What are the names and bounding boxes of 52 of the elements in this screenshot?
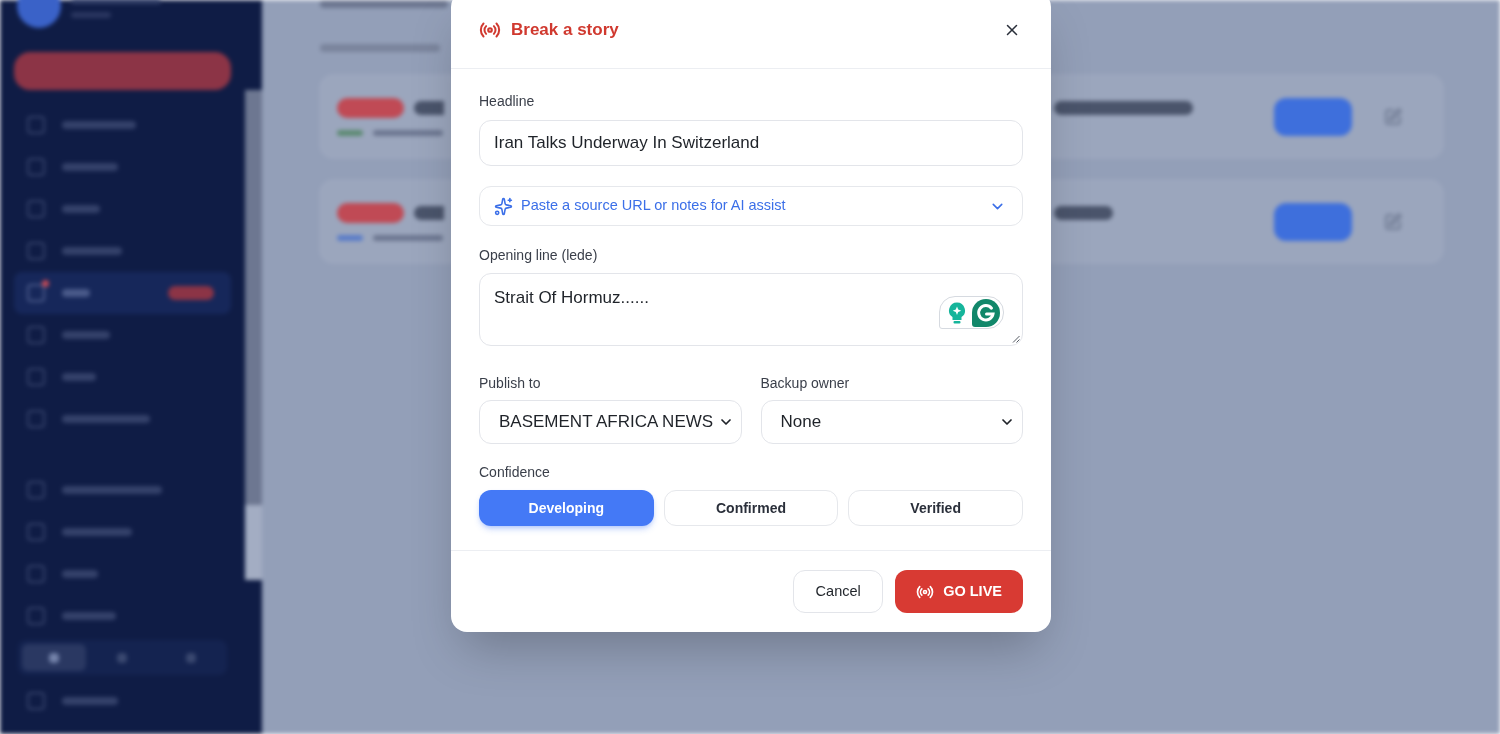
confidence-option[interactable]: Confirmed — [663, 490, 839, 526]
blurred-status — [337, 234, 363, 241]
blurred-label — [62, 331, 110, 339]
dialog-title: Break a story — [511, 18, 619, 41]
lightbulb-icon — [948, 301, 966, 324]
blurred-label — [62, 373, 96, 381]
status-pill — [337, 202, 404, 223]
open-button[interactable] — [1274, 202, 1352, 241]
blurred-label — [62, 528, 132, 536]
blurred-label — [62, 247, 122, 255]
blurred-meta — [373, 234, 443, 241]
blurred-label — [62, 289, 90, 297]
active-menu-item[interactable] — [14, 272, 231, 314]
resize-handle-icon[interactable] — [1012, 335, 1020, 343]
blurred-icon — [49, 652, 60, 663]
sparkle-icon — [494, 196, 513, 216]
status-pill — [337, 97, 404, 118]
publish-to-select[interactable]: BASEMENT AFRICA NEWS — [479, 400, 742, 444]
cancel-button[interactable]: Cancel — [793, 570, 884, 613]
toggle-segment[interactable] — [22, 644, 87, 671]
blurred-label — [62, 163, 118, 171]
confidence-option[interactable]: Developing — [479, 490, 654, 526]
blurred-title — [1054, 205, 1113, 220]
edit-icon[interactable] — [1384, 107, 1402, 126]
g-logo-icon — [972, 298, 1000, 327]
field-label: Confidence — [479, 463, 550, 482]
blurred-meta — [373, 129, 443, 136]
count-badge — [168, 286, 214, 300]
blurred-label — [62, 205, 100, 213]
scrollbar-thumb[interactable] — [245, 505, 262, 580]
blurred-title — [414, 205, 444, 220]
blurred-button[interactable] — [14, 52, 231, 90]
blurred-label — [62, 570, 98, 578]
field-label: Publish to — [479, 374, 541, 393]
blurred-label — [62, 697, 118, 705]
open-button[interactable] — [1274, 97, 1352, 136]
headline-input[interactable]: Iran Talks Underway In Switzerland — [479, 120, 1023, 166]
confidence-option[interactable]: Verified — [848, 490, 1023, 526]
edit-icon[interactable] — [1384, 212, 1402, 231]
field-label: Headline — [479, 92, 535, 111]
writing-assistant-widget[interactable] — [939, 296, 1004, 329]
go-live-button[interactable]: GO LIVE — [895, 570, 1023, 613]
field-label: Backup owner — [760, 374, 850, 393]
blurred-icon — [185, 652, 196, 663]
blurred-title — [414, 100, 444, 115]
blurred-status — [337, 129, 363, 136]
lede-textarea[interactable]: Strait Of Hormuz...... — [479, 273, 1023, 346]
field-label: Opening line (lede) — [479, 246, 598, 265]
blurred-icon — [117, 652, 128, 663]
ai-assist-toggle[interactable]: Paste a source URL or notes for AI assist — [479, 186, 1023, 226]
backup-owner-select[interactable]: None — [760, 400, 1023, 444]
blurred-label — [62, 612, 116, 620]
